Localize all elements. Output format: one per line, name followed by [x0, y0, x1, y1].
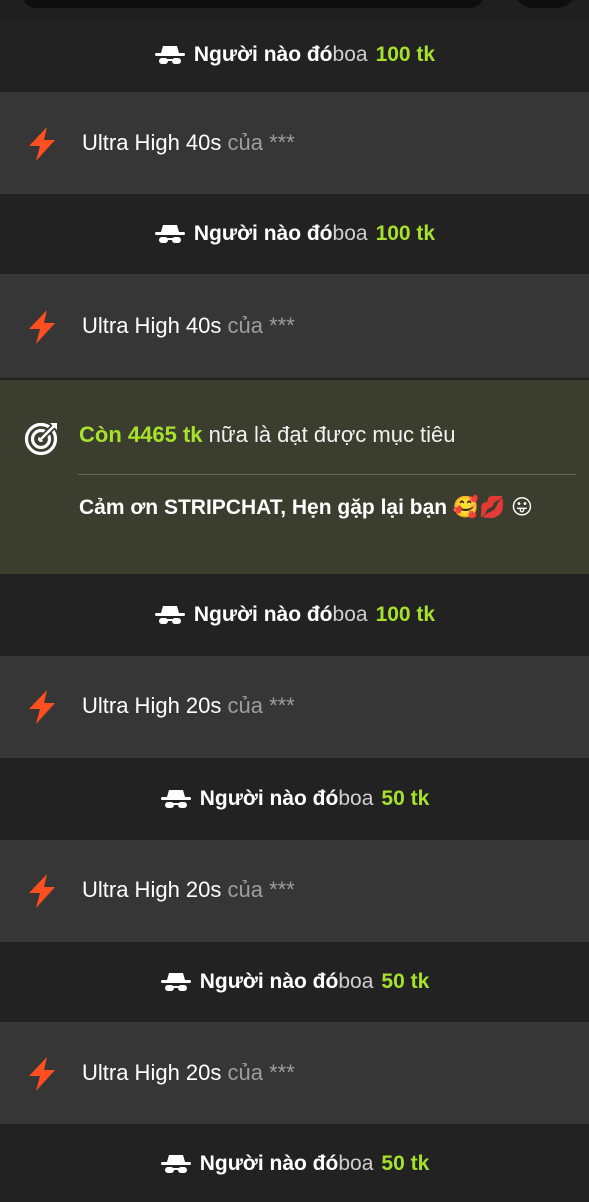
tip-amount: 100 tk	[375, 43, 436, 66]
tipper-name: Người nào đó	[193, 43, 333, 66]
event-text: Ultra High 40s của ***	[82, 313, 295, 339]
event-of: của	[227, 1060, 263, 1085]
tipper-name: Người nào đó	[193, 222, 333, 245]
anonymous-spy-icon	[160, 973, 191, 991]
anonymous-spy-icon	[154, 225, 185, 243]
chat-event-row: Ultra High 40s của ***	[0, 274, 589, 378]
event-name: Ultra High 40s	[82, 130, 222, 155]
target-goal-icon	[24, 422, 58, 456]
event-user: ***	[269, 877, 295, 902]
chat-tip-row: Người nào đó boa 50 tk	[0, 944, 589, 1020]
event-user: ***	[269, 130, 295, 155]
tip-verb: boa	[332, 222, 368, 245]
chat-input[interactable]	[22, 0, 484, 8]
goal-progress-text: Còn 4465 tk nữa là đạt được mục tiêu	[79, 422, 456, 448]
lightning-bolt-icon	[29, 690, 55, 724]
event-of: của	[227, 877, 263, 902]
chat-tip-row: Người nào đó boa 100 tk	[0, 20, 589, 90]
send-button[interactable]	[512, 0, 578, 8]
chat-event-row: Ultra High 40s của ***	[0, 92, 589, 194]
anonymous-spy-icon	[154, 46, 185, 64]
anonymous-spy-icon	[160, 1155, 191, 1173]
tipper-name: Người nào đó	[199, 787, 339, 810]
top-bar	[0, 0, 589, 20]
goal-divider	[78, 474, 576, 475]
tip-verb: boa	[338, 970, 374, 993]
tipper-name: Người nào đó	[199, 970, 339, 993]
lightning-bolt-icon	[29, 1057, 55, 1091]
tip-verb: boa	[338, 787, 374, 810]
anonymous-spy-icon	[154, 606, 185, 624]
event-of: của	[227, 693, 263, 718]
anonymous-spy-icon	[160, 790, 191, 808]
goal-suffix: nữa là đạt được mục tiêu	[208, 422, 456, 447]
goal-prefix: Còn	[79, 422, 122, 447]
tipper-name: Người nào đó	[199, 1152, 339, 1175]
event-user: ***	[269, 693, 295, 718]
lightning-bolt-icon	[29, 310, 55, 344]
chat-tip-row: Người nào đó boa 50 tk	[0, 1126, 589, 1202]
goal-card: Còn 4465 tk nữa là đạt được mục tiêu Cảm…	[0, 380, 589, 574]
chat-event-row: Ultra High 20s của ***	[0, 1022, 589, 1124]
chat-event-row: Ultra High 20s của ***	[0, 840, 589, 942]
event-text: Ultra High 40s của ***	[82, 130, 295, 156]
tip-amount: 100 tk	[375, 603, 436, 626]
lightning-bolt-icon	[29, 874, 55, 908]
tipper-name: Người nào đó	[193, 603, 333, 626]
event-of: của	[227, 313, 263, 338]
lightning-bolt-icon	[29, 127, 55, 161]
event-text: Ultra High 20s của ***	[82, 877, 295, 903]
tip-amount: 50 tk	[381, 1152, 430, 1175]
tip-amount: 100 tk	[375, 222, 436, 245]
chat-tip-row: Người nào đó boa 100 tk	[0, 196, 589, 272]
event-of: của	[227, 130, 263, 155]
event-user: ***	[269, 1060, 295, 1085]
tip-amount: 50 tk	[381, 970, 430, 993]
event-name: Ultra High 20s	[82, 1060, 222, 1085]
event-name: Ultra High 40s	[82, 313, 222, 338]
tip-verb: boa	[332, 603, 368, 626]
chat-tip-row: Người nào đó boa 50 tk	[0, 760, 589, 838]
event-text: Ultra High 20s của ***	[82, 693, 295, 719]
goal-remaining: 4465 tk	[127, 422, 203, 447]
event-name: Ultra High 20s	[82, 693, 222, 718]
tip-amount: 50 tk	[381, 787, 430, 810]
event-user: ***	[269, 313, 295, 338]
tip-verb: boa	[332, 43, 368, 66]
event-name: Ultra High 20s	[82, 877, 222, 902]
chat-event-row: Ultra High 20s của ***	[0, 656, 589, 758]
chat-tip-row: Người nào đó boa 100 tk	[0, 576, 589, 654]
event-text: Ultra High 20s của ***	[82, 1060, 295, 1086]
goal-message: Cảm ơn STRIPCHAT, Hẹn gặp lại bạn 🥰💋 😛	[79, 496, 533, 519]
tip-verb: boa	[338, 1152, 374, 1175]
